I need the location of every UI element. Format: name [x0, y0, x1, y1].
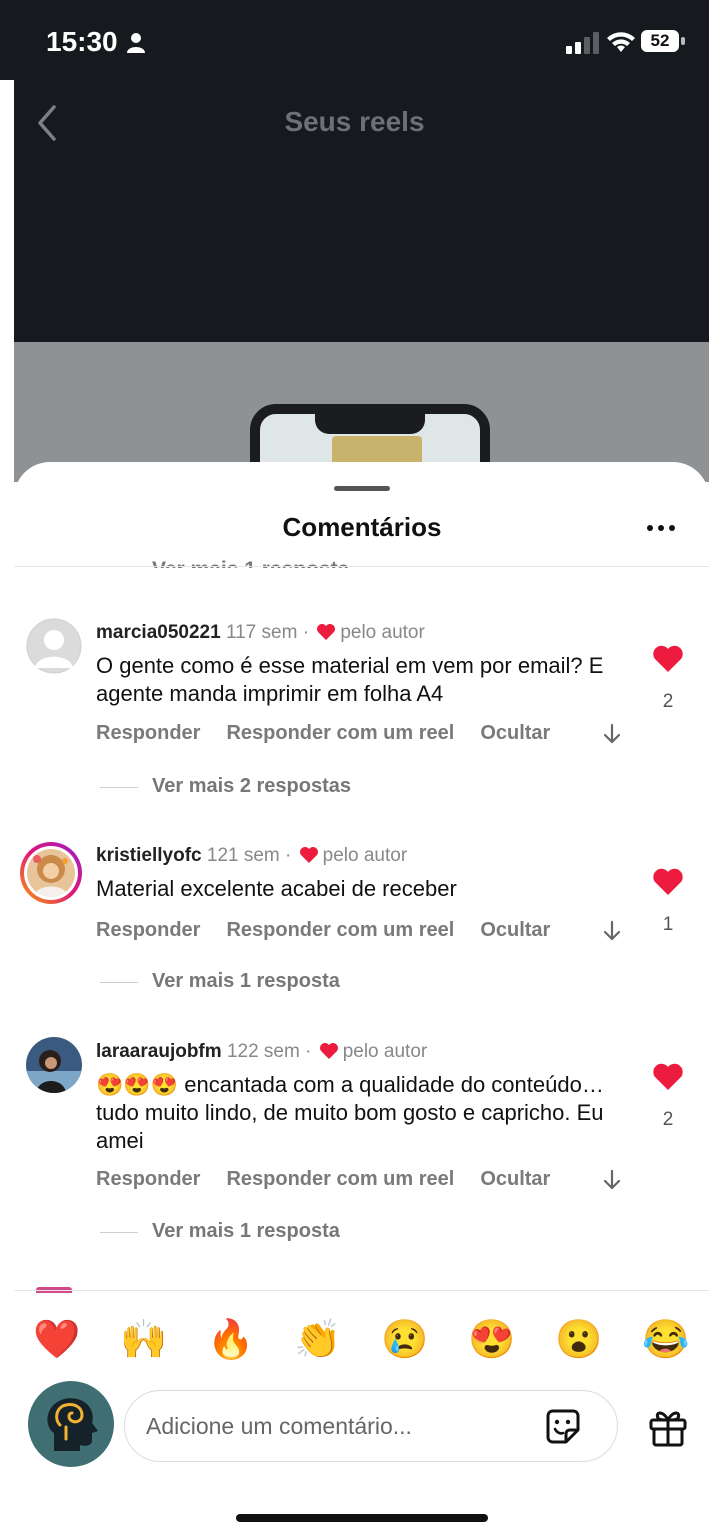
gift-icon[interactable] [647, 1406, 689, 1448]
avatar-default[interactable] [26, 618, 82, 674]
status-time: 15:30 [46, 26, 118, 57]
like-count: 1 [662, 914, 674, 935]
page-title: Seus reels [284, 106, 425, 137]
comment-header: kristiellyofc 121 sem · pelo autor [96, 845, 407, 867]
liked-by-author-label: pelo autor [322, 845, 408, 866]
comment-actions: Responder Responder com um reel Ocultar [96, 1168, 576, 1191]
reply-button[interactable]: Responder [96, 722, 200, 744]
comment-header: marcia050221 117 sem · pelo autor [96, 622, 425, 644]
divider [14, 1290, 709, 1291]
divider [14, 566, 709, 567]
status-bar: 15:30 52 [0, 0, 709, 80]
like-heart-icon[interactable] [652, 645, 684, 673]
like-count: 2 [662, 691, 674, 712]
battery-icon: 52 [641, 30, 687, 54]
translate-arrow-icon[interactable] [603, 723, 621, 745]
emoji-heart-eyes-button[interactable]: 😍 [466, 1314, 518, 1366]
replies-divider [100, 982, 138, 983]
comment-username[interactable]: laraaraujobfm [96, 1041, 222, 1062]
translate-arrow-icon[interactable] [603, 920, 621, 942]
avatar[interactable] [26, 1037, 82, 1093]
comment-actions: Responder Responder com um reel Ocultar [96, 722, 576, 745]
like-heart-icon[interactable] [652, 868, 684, 896]
view-replies-link[interactable]: Ver mais 1 resposta [152, 970, 340, 993]
reply-button[interactable]: Responder [96, 1168, 200, 1190]
comment-input-placeholder[interactable]: Adicione um comentário... [146, 1413, 412, 1440]
sticker-icon[interactable] [542, 1406, 584, 1448]
liked-by-author-label: pelo autor [340, 622, 425, 643]
avatar-story-ring[interactable] [20, 842, 82, 904]
comment-meta: 117 sem · [225, 622, 310, 643]
emoji-raised-hands-button[interactable]: 🙌 [118, 1314, 170, 1366]
view-replies-link[interactable]: Ver mais 1 resposta [152, 1220, 340, 1243]
emoji-quick-bar: ❤️ 🙌 🔥 👏 😢 😍 😮 😂 [14, 1314, 709, 1366]
hide-button[interactable]: Ocultar [480, 1168, 550, 1190]
author-like-heart-icon [317, 624, 336, 640]
signal-icon [566, 32, 599, 54]
current-user-avatar[interactable] [28, 1381, 114, 1467]
author-like-heart-icon [299, 847, 318, 863]
comment-text: Material excelente acabei de receber [96, 876, 457, 901]
wifi-icon [607, 32, 635, 52]
sheet-grabber[interactable] [334, 486, 390, 491]
comment-username[interactable]: kristiellyofc [96, 845, 202, 866]
emoji-fire-button[interactable]: 🔥 [205, 1314, 257, 1366]
emoji-heart-button[interactable]: ❤️ [31, 1314, 83, 1366]
home-indicator[interactable] [236, 1514, 488, 1522]
brain-head-icon [47, 1398, 98, 1451]
replies-divider [100, 1232, 138, 1233]
comment-username[interactable]: marcia050221 [96, 622, 221, 643]
reply-with-reel-button[interactable]: Responder com um reel [226, 722, 454, 744]
comment-text: O gente como é esse material em vem por … [96, 653, 604, 706]
like-count: 2 [662, 1109, 674, 1130]
comment-header: laraaraujobfm 122 sem · pelo autor [96, 1041, 427, 1063]
sheet-title: Comentários [282, 512, 442, 542]
comment-meta: 121 sem · [206, 845, 292, 866]
liked-by-author-label: pelo autor [342, 1041, 428, 1062]
reel-video-preview[interactable] [14, 342, 709, 482]
emoji-surprised-button[interactable]: 😮 [553, 1314, 605, 1366]
translate-arrow-icon[interactable] [603, 1169, 621, 1191]
hide-button[interactable]: Ocultar [480, 919, 550, 941]
more-options-icon[interactable] [646, 520, 676, 536]
comment-text: 😍😍😍 encantada com a qualidade do conteúd… [96, 1072, 604, 1153]
comment-meta: 122 sem · [226, 1041, 312, 1062]
author-like-heart-icon [319, 1043, 338, 1059]
emoji-clap-button[interactable]: 👏 [292, 1314, 344, 1366]
person-icon [127, 33, 145, 53]
view-replies-link[interactable]: Ver mais 2 respostas [152, 775, 351, 798]
reply-button[interactable]: Responder [96, 919, 200, 941]
emoji-crying-button[interactable]: 😢 [379, 1314, 431, 1366]
like-heart-icon[interactable] [652, 1063, 684, 1091]
reply-with-reel-button[interactable]: Responder com um reel [226, 919, 454, 941]
hide-button[interactable]: Ocultar [480, 722, 550, 744]
reply-with-reel-button[interactable]: Responder com um reel [226, 1168, 454, 1190]
battery-level: 52 [641, 30, 679, 52]
emoji-laughing-button[interactable]: 😂 [640, 1314, 692, 1366]
comment-actions: Responder Responder com um reel Ocultar [96, 919, 576, 942]
replies-divider [100, 787, 138, 788]
